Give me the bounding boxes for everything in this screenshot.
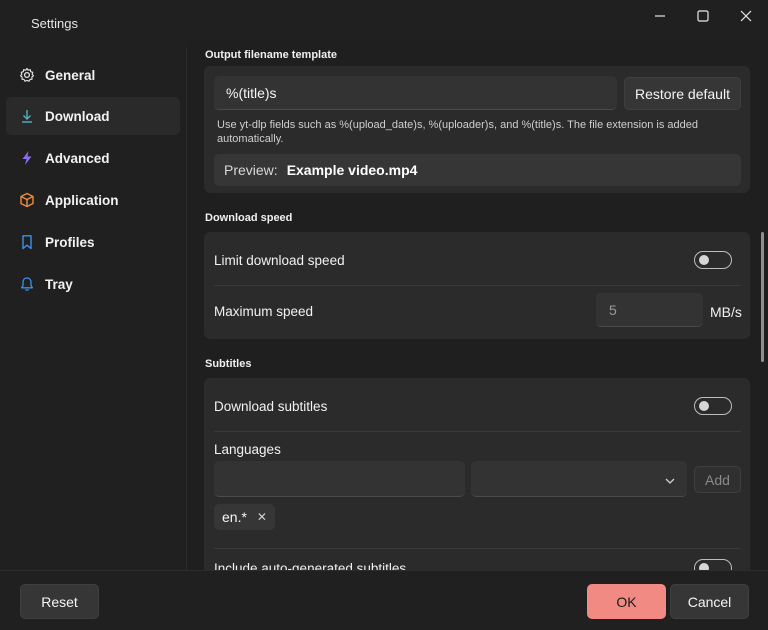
chevron-down-icon bbox=[665, 473, 675, 489]
minimize-icon[interactable] bbox=[640, 0, 680, 32]
add-language-button[interactable]: Add bbox=[694, 466, 741, 493]
sidebar-item-label: Tray bbox=[45, 276, 73, 292]
sidebar-item-general[interactable]: General bbox=[6, 56, 180, 94]
download-subtitles-toggle[interactable] bbox=[694, 397, 732, 415]
gear-icon bbox=[17, 65, 37, 85]
sidebar-item-label: Profiles bbox=[45, 234, 95, 250]
restore-default-button[interactable]: Restore default bbox=[624, 77, 741, 110]
sidebar-item-application[interactable]: Application bbox=[6, 181, 180, 219]
chip-label: en.* bbox=[222, 509, 247, 525]
filename-preview: Preview: Example video.mp4 bbox=[214, 154, 741, 186]
language-input[interactable] bbox=[214, 461, 465, 497]
auto-generated-label: Include auto-generated subtitles bbox=[214, 561, 407, 570]
template-hint-text: Use yt-dlp fields such as %(upload_date)… bbox=[217, 119, 698, 145]
sidebar-item-download[interactable]: Download bbox=[6, 97, 180, 135]
sidebar-item-profiles[interactable]: Profiles bbox=[6, 223, 180, 261]
section-title-output-template: Output filename template bbox=[205, 49, 338, 61]
maximize-icon[interactable] bbox=[683, 0, 723, 32]
filename-template-input[interactable]: %(title)s bbox=[214, 76, 617, 110]
toggle-knob bbox=[699, 563, 709, 570]
sidebar-item-label: Advanced bbox=[45, 150, 110, 166]
scrollbar[interactable] bbox=[761, 232, 764, 362]
cancel-button[interactable]: Cancel bbox=[670, 584, 749, 619]
limit-speed-toggle[interactable] bbox=[694, 251, 732, 269]
preview-label: Preview: bbox=[224, 162, 278, 178]
section-title-download-speed: Download speed bbox=[205, 212, 293, 224]
max-speed-input[interactable]: 5 bbox=[596, 293, 703, 327]
dialog-footer: Reset OK Cancel bbox=[0, 570, 768, 630]
remove-chip-icon[interactable]: ✕ bbox=[257, 510, 267, 524]
box-icon bbox=[17, 190, 37, 210]
row-divider bbox=[214, 548, 741, 549]
window-title: Settings bbox=[31, 16, 78, 31]
speed-unit-label: MB/s bbox=[710, 304, 742, 320]
toggle-knob bbox=[699, 401, 709, 411]
toggle-knob bbox=[699, 255, 709, 265]
sidebar-item-tray[interactable]: Tray bbox=[6, 265, 180, 303]
download-subtitles-label: Download subtitles bbox=[214, 399, 328, 414]
sidebar: General Download Advanced Application Pr… bbox=[0, 40, 186, 570]
sidebar-item-label: Application bbox=[45, 192, 119, 208]
title-bar: Settings bbox=[0, 0, 768, 40]
filename-template-value: %(title)s bbox=[226, 84, 277, 101]
row-divider bbox=[214, 285, 741, 286]
max-speed-label: Maximum speed bbox=[214, 304, 314, 319]
language-select[interactable] bbox=[471, 461, 687, 497]
lightning-icon bbox=[17, 148, 37, 168]
download-icon bbox=[17, 106, 37, 126]
limit-speed-label: Limit download speed bbox=[214, 253, 345, 268]
section-title-subtitles: Subtitles bbox=[205, 358, 252, 370]
reset-button[interactable]: Reset bbox=[20, 584, 99, 619]
settings-content: Output filename template %(title)s Resto… bbox=[187, 40, 768, 570]
ok-button[interactable]: OK bbox=[587, 584, 666, 619]
preview-value: Example video.mp4 bbox=[286, 162, 418, 178]
sidebar-item-advanced[interactable]: Advanced bbox=[6, 139, 180, 177]
close-icon[interactable] bbox=[726, 0, 766, 32]
row-divider bbox=[214, 431, 741, 432]
bookmark-icon bbox=[17, 232, 37, 252]
language-chip: en.* ✕ bbox=[214, 504, 275, 530]
sidebar-item-label: General bbox=[45, 67, 96, 83]
languages-label: Languages bbox=[214, 442, 281, 457]
sidebar-item-label: Download bbox=[45, 108, 110, 124]
bell-icon bbox=[17, 274, 37, 294]
max-speed-value: 5 bbox=[609, 301, 617, 318]
auto-generated-toggle[interactable] bbox=[694, 559, 732, 570]
